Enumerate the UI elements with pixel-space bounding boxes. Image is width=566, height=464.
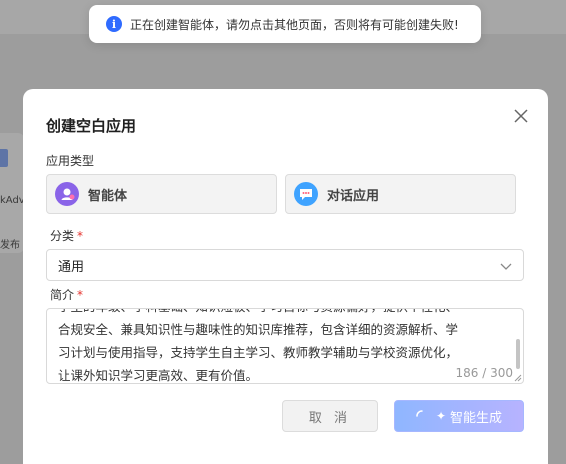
background-text: kAdv [0,195,25,206]
toast-message: 正在创建智能体，请勿点击其他页面，否则将有可能创建失败! [130,17,459,32]
create-app-dialog: 创建空白应用 应用类型 智能体 对话应用 分类 * 通用 简介 * 合规安全、兼… [23,89,548,464]
required-mark: * [77,288,84,302]
description-label-text: 简介 [50,288,75,302]
loading-spinner-icon [416,410,423,417]
chat-bubble-icon [294,182,318,206]
textarea-scrollbar[interactable] [516,339,520,369]
chevron-down-icon [500,263,512,270]
robot-avatar-icon [55,182,79,206]
type-option-label: 对话应用 [327,188,380,204]
background-card [0,133,24,253]
description-line: 合规安全、兼具知识性与趣味性的知识库推荐，包含详细的资源解析、学 [58,322,459,337]
type-option-chat[interactable]: 对话应用 [285,174,516,214]
description-line: 学生的年级、学科基础、知识短板、学习目标与资源偏好，提供个性化、 [58,309,510,318]
app-type-label: 应用类型 [46,154,95,168]
dialog-title: 创建空白应用 [46,117,137,135]
close-icon [514,109,528,123]
generate-button[interactable]: ✦ 智能生成 [394,400,524,432]
background-text: 发布 [0,240,20,251]
required-mark: * [77,229,84,243]
description-line: 让课外知识学习更高效、更有价值。 [58,368,259,383]
category-value: 通用 [58,259,85,275]
category-select[interactable]: 通用 [46,249,524,281]
description-label: 简介 * [50,286,83,303]
character-counter: 186 / 300 [452,366,513,380]
sparkle-icon: ✦ [435,409,447,423]
background-app-icon [0,149,8,167]
description-textarea[interactable]: 学生的年级、学科基础、知识短板、学习目标与资源偏好，提供个性化、 合规安全、兼具… [46,308,524,384]
cancel-button[interactable]: 取 消 [282,400,378,432]
close-button[interactable] [511,106,531,126]
toast-notification: i 正在创建智能体，请勿点击其他页面，否则将有可能创建失败! [89,5,481,43]
generate-button-label: 智能生成 [450,410,503,426]
info-icon: i [106,16,122,32]
category-label: 分类 * [50,227,83,244]
description-text: 学生的年级、学科基础、知识短板、学习目标与资源偏好，提供个性化、 合规安全、兼具… [58,309,510,383]
type-option-agent[interactable]: 智能体 [46,174,277,214]
description-line: 习计划与使用指导，支持学生自主学习、教师教学辅助与学校资源优化， [58,345,459,360]
resize-handle-icon[interactable] [514,374,522,382]
category-label-text: 分类 [50,229,75,243]
type-option-label: 智能体 [88,188,128,204]
